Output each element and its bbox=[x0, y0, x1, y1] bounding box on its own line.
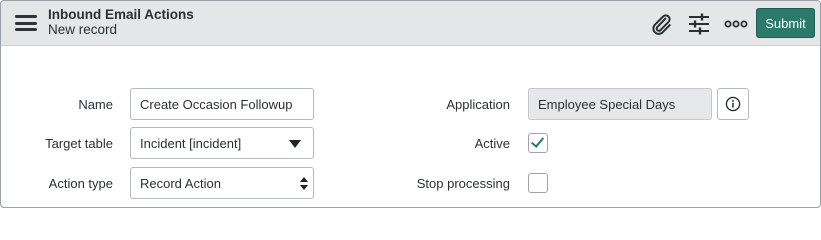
info-button[interactable] bbox=[717, 88, 749, 120]
target-table-select[interactable]: Incident [incident] bbox=[130, 127, 314, 159]
action-type-value: Record Action bbox=[140, 175, 221, 191]
paperclip-icon[interactable] bbox=[648, 11, 674, 37]
active-label: Active bbox=[474, 136, 510, 151]
application-label: Application bbox=[446, 97, 510, 112]
active-checkbox[interactable] bbox=[528, 133, 548, 153]
checkmark-icon bbox=[530, 134, 545, 148]
target-table-value: Incident [incident] bbox=[140, 135, 242, 151]
updown-arrows-icon bbox=[300, 177, 308, 191]
menu-icon[interactable] bbox=[15, 13, 37, 33]
stop-processing-checkbox[interactable] bbox=[528, 173, 548, 193]
form-title-block: Inbound Email Actions New record bbox=[48, 7, 194, 37]
info-icon bbox=[725, 96, 741, 112]
stop-processing-label: Stop processing bbox=[416, 176, 510, 191]
submit-button[interactable]: Submit bbox=[756, 8, 815, 38]
form-body: Name Create Occasion Followup Target tab… bbox=[1, 47, 820, 207]
action-type-label: Action type bbox=[48, 176, 113, 191]
form-header: Inbound Email Actions New record Submit bbox=[1, 1, 820, 46]
form-window: Inbound Email Actions New record Submit … bbox=[0, 0, 821, 208]
action-type-select[interactable]: Record Action bbox=[130, 167, 314, 199]
name-value: Create Occasion Followup bbox=[140, 96, 293, 112]
target-table-label: Target table bbox=[45, 136, 113, 151]
form-subtitle: New record bbox=[48, 22, 118, 37]
name-input[interactable]: Create Occasion Followup bbox=[130, 88, 314, 120]
application-field: Employee Special Days bbox=[528, 88, 712, 120]
more-icon[interactable] bbox=[723, 11, 749, 37]
form-title: Inbound Email Actions bbox=[48, 7, 194, 22]
caret-down-icon bbox=[289, 140, 301, 148]
name-label: Name bbox=[78, 97, 113, 112]
application-value: Employee Special Days bbox=[538, 96, 676, 112]
sliders-icon[interactable] bbox=[686, 11, 712, 37]
